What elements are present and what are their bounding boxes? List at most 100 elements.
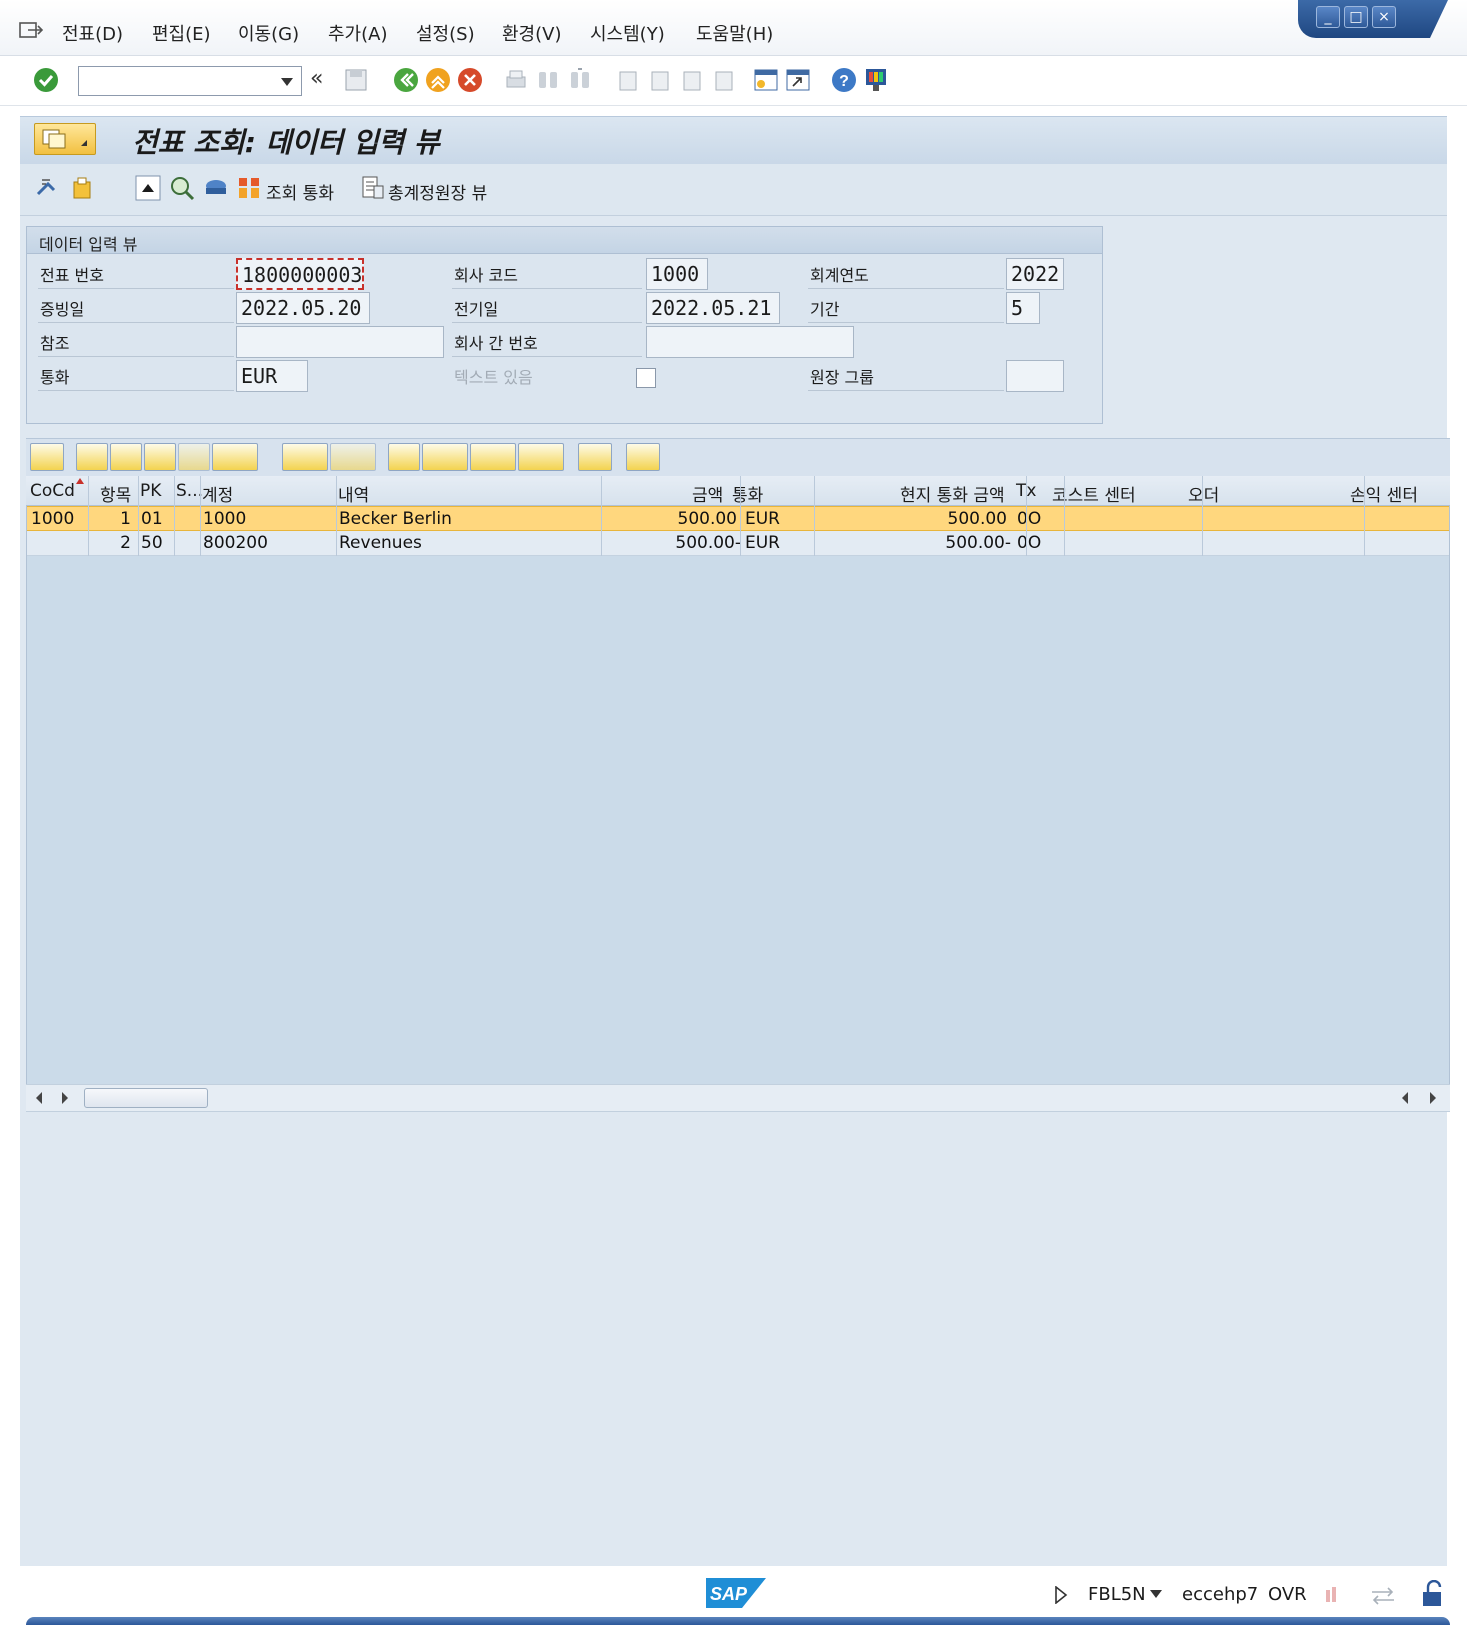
print-preview-icon[interactable] — [388, 443, 420, 471]
other-document-icon[interactable] — [68, 174, 96, 202]
scrollbar-thumb[interactable] — [84, 1088, 208, 1108]
display-currency-icon[interactable] — [236, 174, 264, 202]
column-header-order[interactable]: 오더 — [1188, 481, 1219, 506]
horizontal-scrollbar[interactable] — [26, 1084, 1450, 1112]
information-icon[interactable] — [626, 443, 660, 471]
layout-icon[interactable] — [518, 443, 564, 471]
cell-item: 1 — [120, 509, 131, 529]
reference-label: 참조 — [40, 334, 70, 353]
svg-text:?: ? — [839, 73, 849, 90]
subtotal-icon[interactable] — [330, 443, 376, 471]
menu-settings[interactable]: 설정(S) — [416, 20, 475, 46]
cell-text: Becker Berlin — [339, 509, 452, 529]
menu-extras[interactable]: 추가(A) — [328, 20, 387, 46]
customize-layout-icon[interactable] — [862, 66, 890, 94]
sort-ascending-icon[interactable] — [76, 443, 108, 471]
grid-toolbar — [26, 438, 1450, 476]
column-header-local-amount[interactable]: 현지 통화 금액 — [900, 481, 1005, 506]
separator-line — [38, 322, 234, 323]
help-icon[interactable]: ? — [830, 66, 858, 94]
document-number-field[interactable]: 1800000003 — [236, 258, 364, 290]
unlock-icon[interactable] — [1420, 1580, 1446, 1608]
new-session-icon[interactable] — [752, 66, 780, 94]
display-currency-button[interactable]: 조회 통화 — [266, 179, 334, 204]
cell-cocd: 1000 — [31, 509, 75, 529]
next-page-icon — [683, 71, 701, 91]
command-dropdown-icon[interactable] — [281, 78, 293, 86]
close-icon[interactable]: × — [1372, 6, 1396, 28]
column-separator — [1364, 476, 1365, 556]
command-field[interactable] — [78, 66, 302, 96]
sort-descending-icon[interactable] — [110, 443, 142, 471]
find-next-icon[interactable] — [178, 443, 210, 471]
general-ledger-view-button[interactable]: 총계정원장 뷰 — [388, 179, 487, 204]
graphic-icon[interactable] — [578, 443, 612, 471]
save-icon[interactable] — [342, 66, 370, 94]
column-header-cocd[interactable]: CoCd — [30, 481, 75, 501]
play-icon[interactable] — [1054, 1586, 1068, 1604]
menu-edit[interactable]: 편집(E) — [152, 20, 211, 46]
general-ledger-view-icon[interactable] — [360, 174, 386, 202]
column-header-profit-center[interactable]: 손익 센터 — [1350, 481, 1418, 506]
company-code-field[interactable]: 1000 — [646, 258, 708, 290]
menu-exit-icon[interactable] — [18, 20, 44, 42]
sum-icon[interactable] — [282, 443, 328, 471]
scroll-column-right-icon[interactable] — [1428, 1092, 1438, 1104]
cell-amount: 500.00- — [675, 533, 741, 553]
enter-check-icon[interactable] — [32, 66, 60, 94]
text-exists-checkbox[interactable] — [636, 368, 656, 388]
posting-date-field[interactable]: 2022.05.21 — [646, 292, 780, 324]
currency-label: 통화 — [40, 368, 70, 387]
scroll-column-left-icon[interactable] — [1400, 1092, 1410, 1104]
menu-goto[interactable]: 이동(G) — [238, 20, 299, 46]
details-icon[interactable] — [30, 443, 64, 471]
document-header-icon[interactable] — [134, 174, 162, 202]
find-icon[interactable] — [144, 443, 176, 471]
page-title: 전표 조회: 데이터 입력 뷰 — [132, 126, 440, 159]
menu-document[interactable]: 전표(D) — [62, 20, 123, 46]
currency-field[interactable]: EUR — [236, 360, 308, 392]
cancel-icon[interactable] — [456, 66, 484, 94]
find-icon — [539, 72, 557, 88]
menu-system[interactable]: 시스템(Y) — [590, 20, 665, 46]
export-icon[interactable] — [470, 443, 516, 471]
sort-indicator-icon — [76, 478, 84, 484]
column-header-text[interactable]: 내역 — [338, 481, 369, 506]
column-header-currency[interactable]: 통화 — [732, 481, 763, 506]
menu-help[interactable]: 도움말(H) — [696, 20, 773, 46]
taxes-icon[interactable] — [202, 174, 230, 202]
reference-field[interactable] — [236, 326, 444, 358]
exit-icon[interactable] — [424, 66, 452, 94]
views-icon[interactable] — [422, 443, 468, 471]
collapse-toolbar-icon[interactable]: « — [310, 66, 323, 91]
scroll-left-icon[interactable] — [34, 1092, 44, 1104]
menu-environment[interactable]: 환경(V) — [502, 20, 561, 46]
minimize-icon[interactable]: _ — [1316, 6, 1340, 28]
column-header-pk[interactable]: PK — [140, 481, 161, 501]
back-icon[interactable] — [392, 66, 420, 94]
column-header-item[interactable]: 항목 — [100, 481, 131, 506]
maximize-icon[interactable]: □ — [1344, 6, 1368, 28]
ledger-group-field[interactable] — [1006, 360, 1064, 392]
data-entry-view-section — [26, 226, 1103, 424]
column-header-account[interactable]: 계정 — [202, 481, 233, 506]
column-header-special-gl[interactable]: S... — [176, 481, 203, 501]
status-dropdown-icon[interactable] — [1150, 1590, 1162, 1598]
fiscal-year-field[interactable]: 2022 — [1006, 258, 1064, 290]
column-header-amount[interactable]: 금액 — [692, 481, 723, 506]
intercompany-number-field[interactable] — [646, 326, 854, 358]
table-row[interactable]: 1000 1 01 1000 Becker Berlin 500.00 EUR … — [27, 506, 1449, 531]
scroll-right-icon[interactable] — [60, 1092, 70, 1104]
filter-icon[interactable] — [212, 443, 258, 471]
cell-account: 800200 — [203, 533, 268, 553]
column-separator — [1202, 476, 1203, 556]
document-date-field[interactable]: 2022.05.20 — [236, 292, 370, 324]
period-field[interactable]: 5 — [1006, 292, 1040, 324]
screen-menu-dropdown[interactable] — [34, 123, 96, 155]
display-detail-icon[interactable] — [168, 174, 196, 202]
display-change-icon[interactable] — [34, 174, 62, 202]
window-controls: _ □ × — [1298, 0, 1448, 38]
create-shortcut-icon[interactable] — [784, 66, 812, 94]
separator-line — [38, 288, 234, 289]
table-row[interactable]: 2 50 800200 Revenues 500.00- EUR 500.00-… — [27, 531, 1449, 556]
